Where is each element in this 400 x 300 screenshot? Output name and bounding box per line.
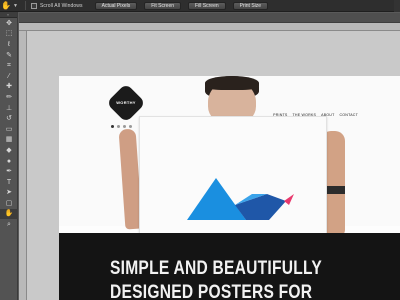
collapse-icon[interactable]: » xyxy=(7,12,10,17)
options-divider xyxy=(24,1,26,10)
actual-pixels-button[interactable]: Actual Pixels xyxy=(94,1,138,10)
eyedropper-icon[interactable]: ⁄ xyxy=(0,71,18,82)
horizontal-ruler[interactable] xyxy=(19,23,400,31)
history-brush-icon[interactable]: ↺ xyxy=(0,113,18,124)
options-bar: ✋ ▼ Scroll All Windows Actual Pixels Fit… xyxy=(0,0,400,12)
crop-icon[interactable]: ⌗ xyxy=(0,60,18,71)
scroll-all-windows-label: Scroll All Windows xyxy=(39,2,83,9)
tool-preset-arrow-icon[interactable]: ▼ xyxy=(13,3,18,9)
pink-accent xyxy=(284,194,294,205)
stamp-icon[interactable]: ⊥ xyxy=(0,103,18,114)
type-icon[interactable]: T xyxy=(0,177,18,188)
hand-icon[interactable]: ✋ xyxy=(0,0,12,12)
dodge-icon[interactable]: ● xyxy=(0,156,18,167)
hero-headline-line-2: DESIGNED POSTERS FOR xyxy=(110,282,313,300)
document-tab-bar[interactable] xyxy=(19,13,400,23)
fit-screen-button[interactable]: Fit Screen xyxy=(144,1,182,10)
nav-prints[interactable]: PRINTS xyxy=(273,113,287,117)
eraser-icon[interactable]: ▭ xyxy=(0,124,18,135)
slider-dot[interactable] xyxy=(129,125,132,128)
hand-icon[interactable]: ✋ xyxy=(0,208,18,220)
nav-about[interactable]: ABOUT xyxy=(321,113,334,117)
move-icon[interactable]: ✥ xyxy=(0,18,18,29)
print-size-button[interactable]: Print Size xyxy=(232,1,269,10)
gradient-icon[interactable]: ▦ xyxy=(0,135,18,146)
shape-icon[interactable]: ▢ xyxy=(0,198,18,209)
logo-text: WORTHY xyxy=(116,100,136,105)
options-bar-end xyxy=(394,0,400,12)
slider-dots xyxy=(111,125,132,128)
brush-icon[interactable]: ✏ xyxy=(0,92,18,103)
poster-artwork xyxy=(187,178,294,220)
held-poster xyxy=(139,116,327,236)
person-hair-top xyxy=(205,76,259,90)
healing-icon[interactable]: ✚ xyxy=(0,82,18,93)
slider-dot[interactable] xyxy=(117,125,120,128)
site-nav: PRINTS THE WORKS ABOUT CONTACT xyxy=(273,113,358,117)
photoshop-window: ✋ ▼ Scroll All Windows Actual Pixels Fit… xyxy=(0,0,400,300)
slider-dot[interactable] xyxy=(111,125,114,128)
pen-icon[interactable]: ✒ xyxy=(0,166,18,177)
path-select-icon[interactable]: ➤ xyxy=(0,188,18,199)
marquee-icon[interactable]: ⬚ xyxy=(0,29,18,40)
hero-headline-line-1: SIMPLE AND BEAUTIFULLY xyxy=(110,258,323,279)
scroll-all-windows-checkbox[interactable] xyxy=(30,2,37,9)
lasso-icon[interactable]: ℓ xyxy=(0,39,18,50)
zoom-icon[interactable]: ⌕ xyxy=(0,219,18,230)
blur-icon[interactable]: ◆ xyxy=(0,145,18,156)
nav-the-works[interactable]: THE WORKS xyxy=(293,113,317,117)
blue-triangle xyxy=(187,178,246,220)
nav-contact[interactable]: CONTACT xyxy=(339,113,358,117)
slider-dot[interactable] xyxy=(123,125,126,128)
quick-select-icon[interactable]: ✎ xyxy=(0,50,18,61)
vertical-ruler[interactable] xyxy=(19,31,27,300)
tools-panel: » ✥ ⬚ ℓ ✎ ⌗ ⁄ ✚ ✏ ⊥ ↺ ▭ ▦ ◆ ● ✒ T ➤ ▢ ✋ … xyxy=(0,12,18,300)
fill-screen-button[interactable]: Fill Screen xyxy=(188,1,226,10)
